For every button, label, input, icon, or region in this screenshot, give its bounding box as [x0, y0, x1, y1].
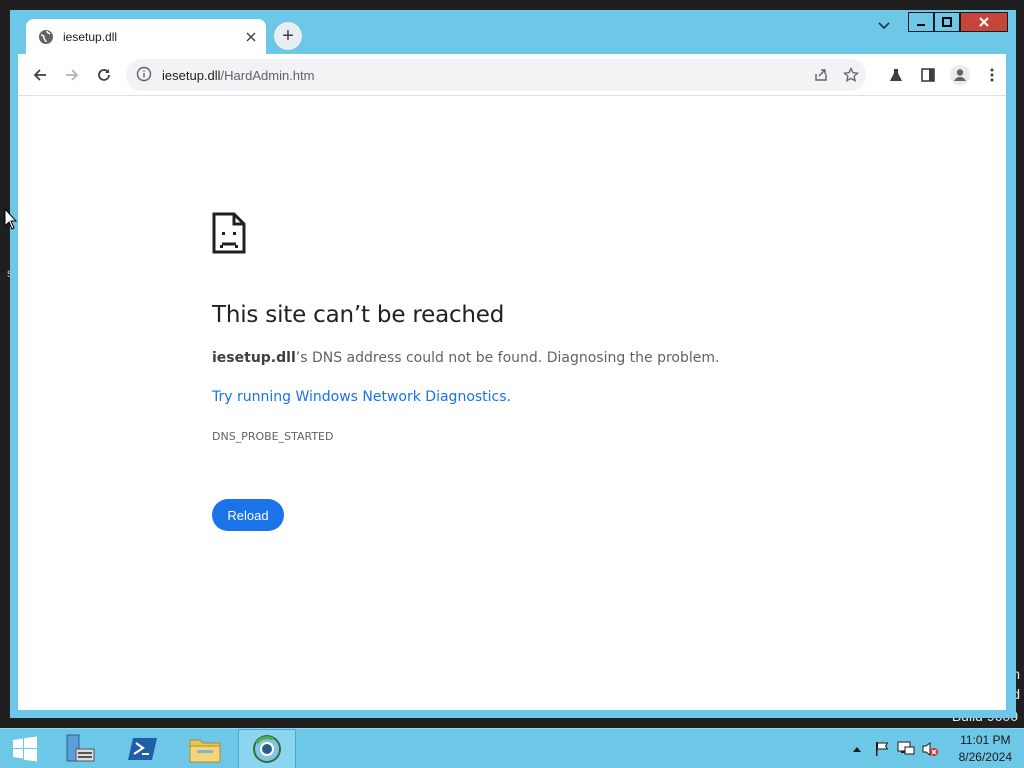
mouse-cursor-icon — [4, 207, 18, 230]
start-button[interactable] — [0, 729, 50, 768]
url-text[interactable]: iesetup.dll/HardAdmin.htm — [162, 68, 806, 83]
clock-date: 8/26/2024 — [958, 750, 1012, 764]
forward-button[interactable] — [56, 59, 88, 91]
menu-kebab-icon[interactable] — [976, 59, 1008, 91]
page-content: This site can’t be reached iesetup.dll’s… — [18, 96, 1006, 710]
minimize-button[interactable] — [908, 12, 934, 32]
url-host: iesetup.dll — [162, 67, 221, 83]
error-title: This site can’t be reached — [212, 302, 505, 328]
side-panel-icon[interactable] — [912, 59, 944, 91]
file-explorer-icon[interactable] — [176, 729, 234, 768]
show-hidden-icons[interactable] — [850, 746, 864, 752]
reload-icon[interactable] — [88, 59, 120, 91]
bookmark-star-icon[interactable] — [836, 60, 866, 90]
tab-active[interactable]: iesetup.dll — [26, 19, 266, 54]
chrome-icon[interactable] — [238, 729, 296, 768]
error-code: DNS_PROBE_STARTED — [212, 430, 334, 443]
flag-icon[interactable] — [870, 741, 894, 757]
browser-toolbar: iesetup.dll/HardAdmin.htm — [18, 54, 1006, 96]
system-tray — [850, 729, 942, 768]
tab-search-chevron-icon[interactable] — [874, 16, 894, 36]
server-manager-icon[interactable] — [52, 729, 110, 768]
taskbar: 11:01 PM 8/26/2024 — [0, 728, 1024, 768]
maximize-button[interactable] — [934, 12, 960, 32]
diagnostics-suffix: . — [506, 389, 511, 405]
error-description-text: ’s DNS address could not be found. Diagn… — [295, 350, 720, 366]
back-button[interactable] — [24, 59, 56, 91]
url-path: /HardAdmin.htm — [220, 67, 315, 83]
address-bar[interactable]: iesetup.dll/HardAdmin.htm — [126, 59, 866, 91]
browser-window: iesetup.dll + iesetup.dll/HardAdmin.htm … — [10, 10, 1016, 718]
clock[interactable]: 11:01 PM 8/26/2024 — [959, 732, 1012, 766]
sad-page-icon — [212, 212, 246, 254]
new-tab-button[interactable]: + — [274, 22, 302, 50]
network-icon[interactable] — [894, 741, 918, 757]
diagnostics-line: Try running Windows Network Diagnostics. — [212, 389, 511, 405]
labs-flask-icon[interactable] — [880, 59, 912, 91]
network-diagnostics-link[interactable]: Try running Windows Network Diagnostics — [212, 389, 507, 405]
share-icon[interactable] — [806, 60, 836, 90]
tab-title: iesetup.dll — [63, 29, 118, 44]
powershell-icon[interactable] — [114, 729, 172, 768]
info-icon[interactable] — [136, 66, 154, 84]
profile-avatar-icon[interactable] — [944, 59, 976, 91]
tab-strip: iesetup.dll + — [10, 10, 1016, 54]
reload-button[interactable]: Reload — [212, 499, 284, 531]
close-window-button[interactable] — [960, 12, 1008, 32]
volume-muted-icon[interactable] — [918, 741, 942, 757]
clock-time: 11:01 PM — [960, 733, 1011, 747]
tab-close-icon[interactable] — [242, 28, 260, 46]
error-host: iesetup.dll — [212, 350, 296, 366]
globe-icon — [38, 29, 54, 45]
error-description: iesetup.dll’s DNS address could not be f… — [212, 350, 719, 366]
